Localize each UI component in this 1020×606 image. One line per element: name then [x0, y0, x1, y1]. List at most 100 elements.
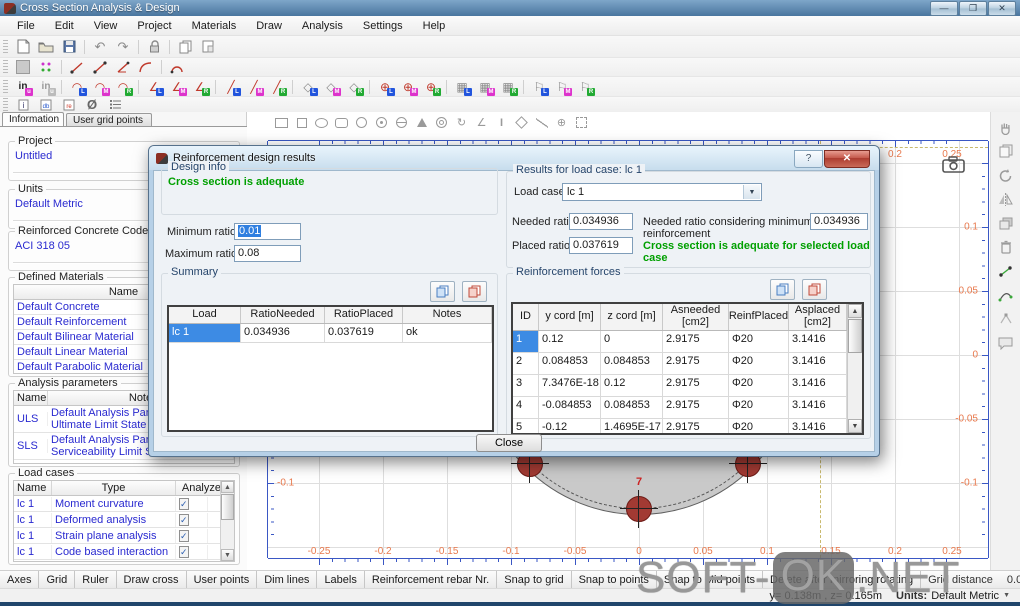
- scroll-down-icon[interactable]: ▼: [221, 549, 234, 561]
- toggle-axes[interactable]: Axes: [0, 571, 39, 589]
- menu-draw[interactable]: Draw: [247, 18, 291, 34]
- lock-icon[interactable]: [144, 38, 164, 56]
- menu-help[interactable]: Help: [414, 18, 455, 34]
- chevron-down-icon[interactable]: ▼: [743, 185, 760, 199]
- segment-L-icon[interactable]: ╱L: [221, 78, 241, 96]
- insert-length-gray-icon[interactable]: inu: [36, 78, 56, 96]
- paste-doc-icon[interactable]: [198, 38, 218, 56]
- table-row[interactable]: lc 1 Advanced interaction ✓: [14, 560, 234, 562]
- rebar-box-M-icon[interactable]: ▦M: [475, 78, 495, 96]
- roundrect-tool-icon[interactable]: [335, 117, 348, 128]
- close-button[interactable]: ✕: [988, 1, 1016, 16]
- toggle-ruler[interactable]: Ruler: [75, 571, 116, 589]
- table-row[interactable]: lc 1 Strain plane analysis ✓: [14, 528, 234, 544]
- menu-materials[interactable]: Materials: [183, 18, 246, 34]
- arc-L-icon[interactable]: ◠L: [67, 78, 87, 96]
- table-row[interactable]: 3 7.3476E-18 0.12 2.9175 Φ20 3.1416: [513, 375, 862, 397]
- draw-line-angle-icon[interactable]: [113, 58, 133, 76]
- diamond-tool-icon[interactable]: [515, 117, 528, 128]
- measure-arc-icon[interactable]: [996, 286, 1016, 304]
- undo-icon[interactable]: ↶: [90, 38, 110, 56]
- circle-dot-tool-icon[interactable]: [375, 117, 388, 128]
- trash-icon[interactable]: [996, 238, 1016, 256]
- vertex-icon[interactable]: [996, 310, 1016, 328]
- forces-header-y[interactable]: y cord [m]: [539, 304, 601, 330]
- forces-header-reinf[interactable]: ReinfPlaced: [729, 304, 789, 330]
- toggle-draw-cross[interactable]: Draw cross: [117, 571, 187, 589]
- summary-header-load[interactable]: Load: [169, 307, 241, 323]
- scroll-up-icon[interactable]: ▲: [221, 481, 234, 493]
- summary-header-needed[interactable]: RatioNeeded: [241, 307, 325, 323]
- load-cases-header-name[interactable]: Name: [14, 481, 52, 495]
- forces-header-asneeded[interactable]: Asneeded [cm2]: [663, 304, 729, 330]
- tab-information[interactable]: Information: [2, 112, 64, 126]
- rect-tool-icon[interactable]: [275, 117, 288, 128]
- menu-file[interactable]: File: [8, 18, 44, 34]
- arc-R-icon[interactable]: ◠R: [113, 78, 133, 96]
- square-tool-icon[interactable]: [295, 117, 308, 128]
- segment-R-icon[interactable]: ╱R: [267, 78, 287, 96]
- toggle-dim-lines[interactable]: Dim lines: [257, 571, 317, 589]
- spiral-tool-icon[interactable]: ↻: [455, 117, 468, 128]
- summary-header-notes[interactable]: Notes: [403, 307, 492, 323]
- forces-copy-button[interactable]: [770, 279, 795, 300]
- angle-M-icon[interactable]: ∠M: [167, 78, 187, 96]
- load-case-select[interactable]: lc 1 ▼: [562, 183, 762, 201]
- table-row[interactable]: lc 1 Deformed analysis ✓: [14, 512, 234, 528]
- toolbar-grip[interactable]: [3, 80, 8, 94]
- rhombus-M-icon[interactable]: ◇M: [321, 78, 341, 96]
- concrete-code-value[interactable]: ACI 318 05: [15, 240, 70, 252]
- scrollbar-thumb[interactable]: [848, 319, 862, 353]
- dialog-help-button[interactable]: ?: [794, 150, 823, 168]
- scroll-up-icon[interactable]: ▲: [848, 304, 862, 318]
- new-icon[interactable]: [13, 38, 33, 56]
- rhombus-L-icon[interactable]: ◇L: [298, 78, 318, 96]
- forces-header-asplaced[interactable]: Asplaced [cm2]: [789, 304, 847, 330]
- rebar-7[interactable]: [626, 496, 652, 522]
- summary-export-button[interactable]: [462, 281, 487, 302]
- table-row[interactable]: lc 1 0.034936 0.037619 ok: [169, 324, 492, 343]
- forces-header-z[interactable]: z cord [m]: [601, 304, 663, 330]
- dialog-close-button[interactable]: ✕: [824, 150, 870, 168]
- circle-L-icon[interactable]: ⊕L: [375, 78, 395, 96]
- triangle-tool-icon[interactable]: [415, 117, 428, 128]
- scroll-down-icon[interactable]: ▼: [848, 419, 862, 433]
- minimize-button[interactable]: —: [930, 1, 958, 16]
- load-cases-header-type[interactable]: Type: [52, 481, 176, 495]
- close-dialog-button[interactable]: Close: [476, 434, 542, 452]
- rhombus-R-icon[interactable]: ◇R: [344, 78, 364, 96]
- maximum-ratio-input[interactable]: 0.08: [234, 245, 301, 262]
- tab-user-grid-points[interactable]: User grid points: [66, 113, 152, 126]
- copy-pages-icon[interactable]: [996, 142, 1016, 160]
- units-value[interactable]: Default Metric: [15, 198, 83, 210]
- circle-M-icon[interactable]: ⊕M: [398, 78, 418, 96]
- crosshair-tool-icon[interactable]: ⊕: [555, 117, 568, 128]
- flag-M-icon[interactable]: ⚐M: [552, 78, 572, 96]
- redo-icon[interactable]: ↷: [113, 38, 133, 56]
- flag-R-icon[interactable]: ⚐R: [575, 78, 595, 96]
- draw-arc-icon[interactable]: [136, 58, 156, 76]
- resize-tool-icon[interactable]: [575, 117, 588, 128]
- analyzed-checkbox[interactable]: ✓: [179, 562, 189, 563]
- stack-icon[interactable]: [996, 214, 1016, 232]
- flag-L-icon[interactable]: ⚐L: [529, 78, 549, 96]
- menu-edit[interactable]: Edit: [46, 18, 83, 34]
- toggle-snap-to-grid[interactable]: Snap to grid: [497, 571, 571, 589]
- info-doc-icon[interactable]: i: [13, 96, 33, 114]
- doc-re-icon[interactable]: re: [59, 96, 79, 114]
- menu-analysis[interactable]: Analysis: [293, 18, 352, 34]
- pan-hand-icon[interactable]: [996, 118, 1016, 136]
- placed-ratio-value[interactable]: 0.037619: [569, 237, 633, 254]
- restore-button[interactable]: ❐: [959, 1, 987, 16]
- toggle-grid[interactable]: Grid: [39, 571, 75, 589]
- target-tool-icon[interactable]: [435, 117, 448, 128]
- toggle-user-points[interactable]: User points: [187, 571, 258, 589]
- insert-length-units-icon[interactable]: inu: [13, 78, 33, 96]
- circle-R-icon[interactable]: ⊕R: [421, 78, 441, 96]
- angle-tool-icon[interactable]: ∠: [475, 117, 488, 128]
- forces-export-button[interactable]: [802, 279, 827, 300]
- mirror-icon[interactable]: [996, 190, 1016, 208]
- table-row[interactable]: 2 0.084853 0.084853 2.9175 Φ20 3.1416: [513, 353, 862, 375]
- arc-M-icon[interactable]: ◠M: [90, 78, 110, 96]
- toolbar-grip[interactable]: [3, 98, 8, 112]
